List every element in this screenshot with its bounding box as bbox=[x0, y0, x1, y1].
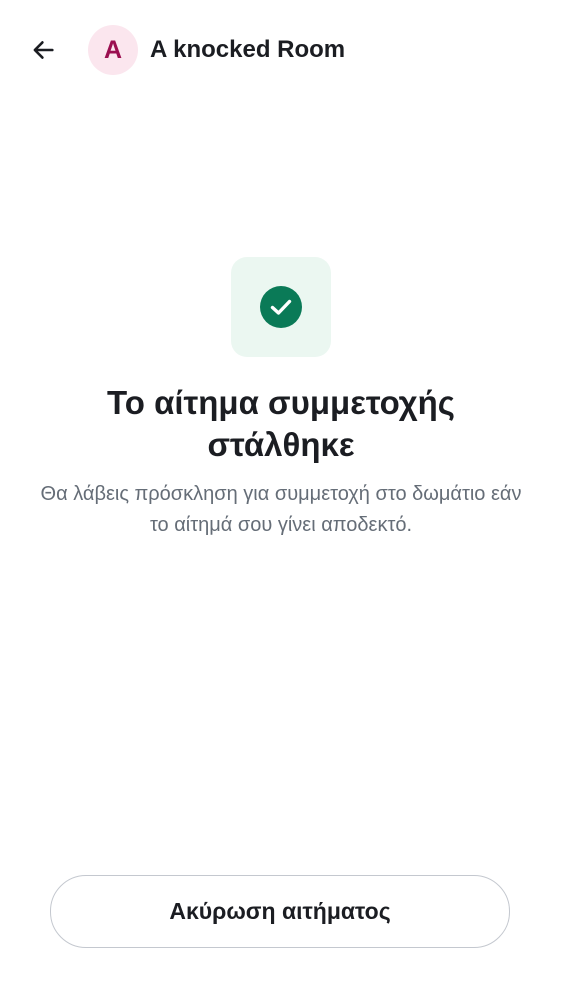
back-button[interactable] bbox=[19, 26, 67, 74]
avatar-initial: A bbox=[103, 35, 123, 64]
status-message: Θα λάβεις πρόσκληση για συμμετοχή στο δω… bbox=[40, 483, 522, 536]
cancel-request-button[interactable]: Ακύρωση αιτήματος bbox=[50, 875, 510, 948]
room-avatar: A bbox=[88, 25, 138, 75]
top-app-bar: A A knocked Room bbox=[0, 0, 562, 100]
page-title: Το αίτημα συμμετοχής στάλθηκε bbox=[107, 384, 455, 463]
room-name: A knocked Room bbox=[150, 36, 346, 63]
success-icon-tile bbox=[231, 257, 331, 357]
knock-request-sent-screen: A A knocked Room Το αίτημα συμμετοχής στ… bbox=[0, 0, 562, 1000]
cancel-request-label: Ακύρωση αιτήματος bbox=[169, 898, 391, 924]
check-circle-icon bbox=[260, 286, 302, 328]
arrow-left-icon bbox=[33, 41, 54, 59]
